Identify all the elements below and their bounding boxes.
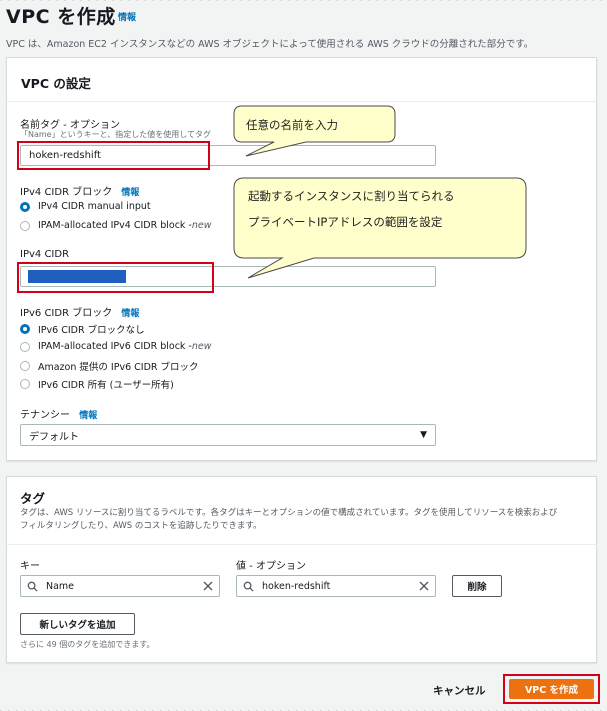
ipv4-ipam-label: IPAM-allocated IPv4 CIDR block -: [38, 220, 192, 231]
ipv6-amazon-label: Amazon 提供の IPv6 CIDR ブロック: [38, 362, 199, 373]
tenancy-info-link[interactable]: 情報: [79, 411, 97, 421]
ipv6-none-label: IPv6 CIDR ブロックなし: [38, 325, 145, 336]
ipv4-cidr-highlight: [17, 262, 214, 293]
callout-name-text: 任意の名前を入力: [246, 118, 338, 132]
name-tag-highlight: [17, 141, 210, 170]
cancel-button[interactable]: キャンセル: [433, 683, 486, 698]
ipv6-amazon-radio[interactable]: [20, 361, 30, 371]
tags-remaining-note: さらに 49 個のタグを追加できます。: [20, 640, 155, 649]
ipv4-ipam-option[interactable]: IPAM-allocated IPv4 CIDR block - new: [20, 220, 212, 231]
tenancy-label: テナンシー 情報: [20, 406, 97, 421]
tags-divider: [6, 544, 597, 545]
ipv4-manual-option[interactable]: IPv4 CIDR manual input: [20, 201, 151, 212]
ipv6-cidr-block-info-link[interactable]: 情報: [121, 309, 139, 319]
remove-tag-button[interactable]: 削除: [452, 575, 502, 597]
add-tag-button[interactable]: 新しいタグを追加: [20, 613, 135, 635]
ipv6-ipam-option[interactable]: IPAM-allocated IPv6 CIDR block - new: [20, 341, 212, 352]
search-icon: [27, 581, 38, 592]
ipv6-none-option[interactable]: IPv6 CIDR ブロックなし: [20, 322, 145, 336]
tag-key-value: Name: [46, 580, 75, 592]
tag-value-value: hoken-redshift: [262, 580, 331, 592]
caret-down-icon: ▼: [420, 430, 427, 440]
tag-key-label: キー: [20, 561, 40, 572]
vpc-settings-header: VPC の設定: [7, 58, 596, 102]
ipv4-cidr-block-label: IPv4 CIDR ブロック 情報: [20, 183, 139, 198]
tag-key-input[interactable]: Name: [20, 575, 220, 597]
vpc-settings-heading: VPC の設定: [21, 76, 91, 91]
ipv6-ipam-new-badge: new: [191, 341, 212, 352]
ipv6-byoip-option[interactable]: IPv6 CIDR 所有 (ユーザー所有): [20, 377, 174, 391]
callout-cidr-line2: プライベートIPアドレスの範囲を設定: [248, 215, 443, 229]
tags-description-1: タグは、AWS リソースに割り当てるラベルです。各タグはキーとオプションの値で構…: [20, 508, 558, 518]
tenancy-label-text: テナンシー: [20, 410, 70, 421]
tag-value-label: 値 - オプション: [236, 561, 306, 572]
tags-heading: タグ: [20, 491, 46, 506]
tenancy-select[interactable]: デフォルト ▼: [20, 424, 436, 446]
ipv6-cidr-block-label-text: IPv6 CIDR ブロック: [20, 308, 113, 319]
page-description: VPC は、Amazon EC2 インスタンスなどの AWS オブジェクトによっ…: [6, 39, 534, 50]
ipv4-manual-label: IPv4 CIDR manual input: [38, 201, 151, 212]
title-info-link[interactable]: 情報: [118, 10, 136, 23]
ipv4-cidr-block-info-link[interactable]: 情報: [121, 188, 139, 198]
create-vpc-button[interactable]: VPC を作成: [509, 679, 594, 699]
ipv4-ipam-radio[interactable]: [20, 220, 30, 231]
ipv6-none-radio[interactable]: [20, 324, 30, 334]
ipv4-cidr-label: IPv4 CIDR: [20, 249, 70, 260]
name-tag-hint: 「Name」というキーと、指定した値を使用してタグ: [20, 130, 212, 139]
tenancy-value: デフォルト: [29, 431, 79, 443]
page-title: VPC を作成: [6, 6, 116, 28]
ipv6-byoip-radio[interactable]: [20, 379, 30, 389]
close-icon[interactable]: [419, 581, 429, 591]
ipv6-byoip-label: IPv6 CIDR 所有 (ユーザー所有): [38, 380, 174, 391]
close-icon[interactable]: [203, 581, 213, 591]
callout-cidr-line1: 起動するインスタンスに割り当てられる: [248, 189, 455, 203]
tags-description-2: フィルタリングしたり、AWS のコストを追跡したりできます。: [20, 521, 262, 531]
search-icon: [243, 581, 254, 592]
ipv6-amazon-option[interactable]: Amazon 提供の IPv6 CIDR ブロック: [20, 359, 199, 373]
ipv6-ipam-radio[interactable]: [20, 341, 30, 352]
ipv6-ipam-label: IPAM-allocated IPv6 CIDR block -: [38, 341, 192, 352]
ipv4-cidr-block-label-text: IPv4 CIDR ブロック: [20, 187, 113, 198]
ipv4-manual-radio[interactable]: [20, 201, 30, 212]
ipv4-ipam-new-badge: new: [191, 220, 212, 231]
tag-value-input[interactable]: hoken-redshift: [236, 575, 436, 597]
ipv6-cidr-block-label: IPv6 CIDR ブロック 情報: [20, 304, 139, 319]
